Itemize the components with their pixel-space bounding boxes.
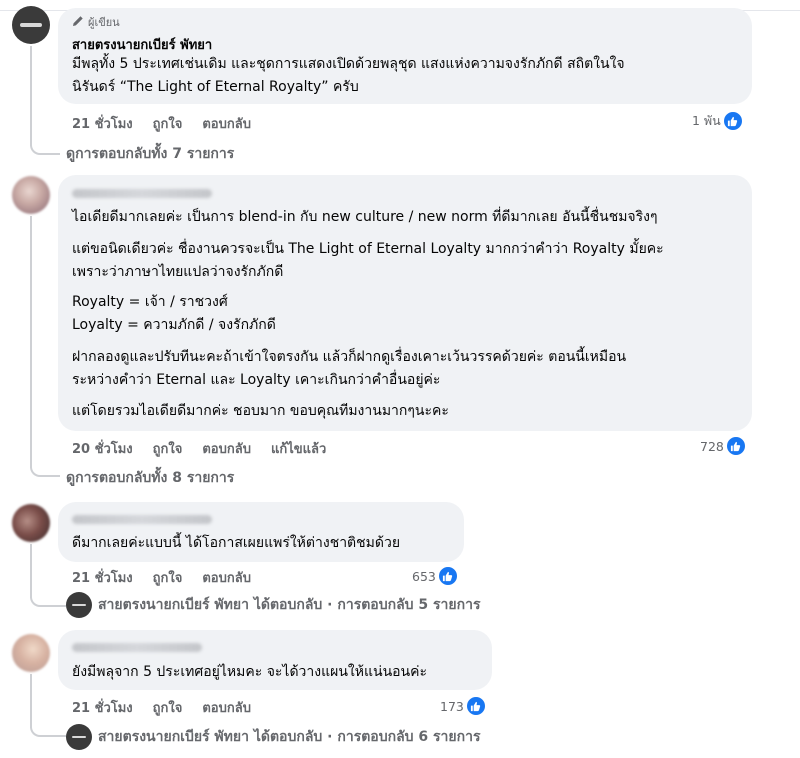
reaction-count-label: 728 [700, 438, 724, 454]
comment-text-line-7: ระหว่างคำว่า Eternal และ Loyalty เคาะเกิ… [72, 372, 441, 388]
comment-text-line-1: ไอเดียดีมากเลยค่ะ เป็นการ blend-in กับ n… [72, 209, 658, 225]
reaction-count[interactable]: 728 [700, 436, 746, 456]
reaction-count-label: 173 [440, 698, 464, 714]
commenter-avatar[interactable] [12, 504, 50, 542]
comment-author-name[interactable]: สายตรงนายกเบียร์ พัทยา [72, 34, 212, 55]
reaction-count-label: 1 พัน [692, 113, 721, 128]
comment-text-line-2: นิรันดร์ “The Light of Eternal Royalty” … [72, 79, 359, 95]
comment-author-name[interactable] [72, 189, 212, 198]
thread-curve [30, 720, 66, 737]
view-replies-link[interactable]: ดูการตอบกลับทั้ง 8 รายการ [66, 467, 234, 489]
comment-time[interactable]: 21 ชั่วโมง [72, 113, 133, 134]
thumbs-up-icon [722, 111, 743, 131]
comment-text-line-6: ฝากลองดูและปรับทีนะคะถ้าเข้าใจตรงกัน แล้… [72, 349, 627, 365]
comment-text-line-5: Loyalty = ความภักดี / จงรักภักดี [72, 317, 276, 333]
reply-button[interactable]: ตอบกลับ [202, 438, 251, 459]
comment-text-line-1: ยังมีพลุจาก 5 ประเทศอยู่ไหมคะ จะได้วางแผ… [72, 664, 427, 680]
comment-text-line-1: มีพลุทั้ง 5 ประเทศเช่นเดิม และชุดการแสดง… [72, 56, 625, 72]
like-button[interactable]: ถูกใจ [153, 567, 183, 588]
author-badge: ผู้เขียน [72, 13, 120, 31]
like-button[interactable]: ถูกใจ [153, 113, 183, 134]
reaction-count-label: 653 [412, 568, 436, 584]
page-avatar-small [66, 724, 92, 750]
author-badge-label: ผู้เขียน [88, 16, 120, 29]
view-replies-link[interactable]: ดูการตอบกลับทั้ง 7 รายการ [66, 143, 234, 165]
thumbs-up-icon [725, 436, 746, 456]
commenter-avatar[interactable] [12, 634, 50, 672]
comment-author-name[interactable] [72, 515, 212, 524]
thread-curve [30, 590, 66, 607]
pencil-icon [72, 15, 84, 30]
replies-summary-label: สายตรงนายกเบียร์ พัทยา ได้ตอบกลับ · การต… [98, 729, 481, 745]
like-button[interactable]: ถูกใจ [153, 697, 183, 718]
comment-time[interactable]: 21 ชั่วโมง [72, 697, 133, 718]
comment-time[interactable]: 20 ชั่วโมง [72, 438, 133, 459]
commenter-avatar[interactable] [12, 176, 50, 214]
thread-curve [30, 460, 60, 477]
thread-line [30, 46, 32, 146]
reply-button[interactable]: ตอบกลับ [202, 113, 251, 134]
reply-button[interactable]: ตอบกลับ [202, 697, 251, 718]
reaction-count[interactable]: 1 พัน [692, 111, 743, 131]
comment-actions: 20 ชั่วโมง ถูกใจ ตอบกลับ แก้ไขแล้ว [72, 438, 326, 459]
comment-author-name[interactable] [72, 643, 202, 652]
comment-text-line-2: แต่ขอนิดเดียวค่ะ ชื่องานควรจะเป็น The Li… [72, 241, 664, 257]
edited-label[interactable]: แก้ไขแล้ว [271, 438, 326, 459]
like-button[interactable]: ถูกใจ [153, 438, 183, 459]
comment-text-line-3: เพราะว่าภาษาไทยแปลว่าจงรักภักดี [72, 264, 284, 280]
comment-actions: 21 ชั่วโมง ถูกใจ ตอบกลับ [72, 567, 251, 588]
comment-text-line-1: ดีมากเลยค่ะแบบนี้ ได้โอกาสเผยแพร่ให้ต่าง… [72, 535, 401, 551]
replies-summary[interactable]: สายตรงนายกเบียร์ พัทยา ได้ตอบกลับ · การต… [66, 724, 480, 750]
reaction-count[interactable]: 653 [412, 566, 458, 586]
page-avatar[interactable] [12, 6, 50, 44]
comment-time[interactable]: 21 ชั่วโมง [72, 567, 133, 588]
replies-summary[interactable]: สายตรงนายกเบียร์ พัทยา ได้ตอบกลับ · การต… [66, 592, 480, 618]
reaction-count[interactable]: 173 [440, 696, 486, 716]
page-avatar-small [66, 592, 92, 618]
thread-curve [30, 138, 60, 155]
thumbs-up-icon [465, 696, 486, 716]
comment-text-line-8: แต่โดยรวมไอเดียดีมากค่ะ ชอบมาก ขอบคุณทีม… [72, 403, 449, 419]
comment-actions: 21 ชั่วโมง ถูกใจ ตอบกลับ [72, 697, 251, 718]
reply-button[interactable]: ตอบกลับ [202, 567, 251, 588]
thread-line [30, 216, 32, 468]
thumbs-up-icon [437, 566, 458, 586]
comment-text-line-4: Royalty = เจ้า / ราชวงศ์ [72, 294, 228, 310]
comment-actions: 21 ชั่วโมง ถูกใจ ตอบกลับ [72, 113, 251, 134]
replies-summary-label: สายตรงนายกเบียร์ พัทยา ได้ตอบกลับ · การต… [98, 597, 481, 613]
